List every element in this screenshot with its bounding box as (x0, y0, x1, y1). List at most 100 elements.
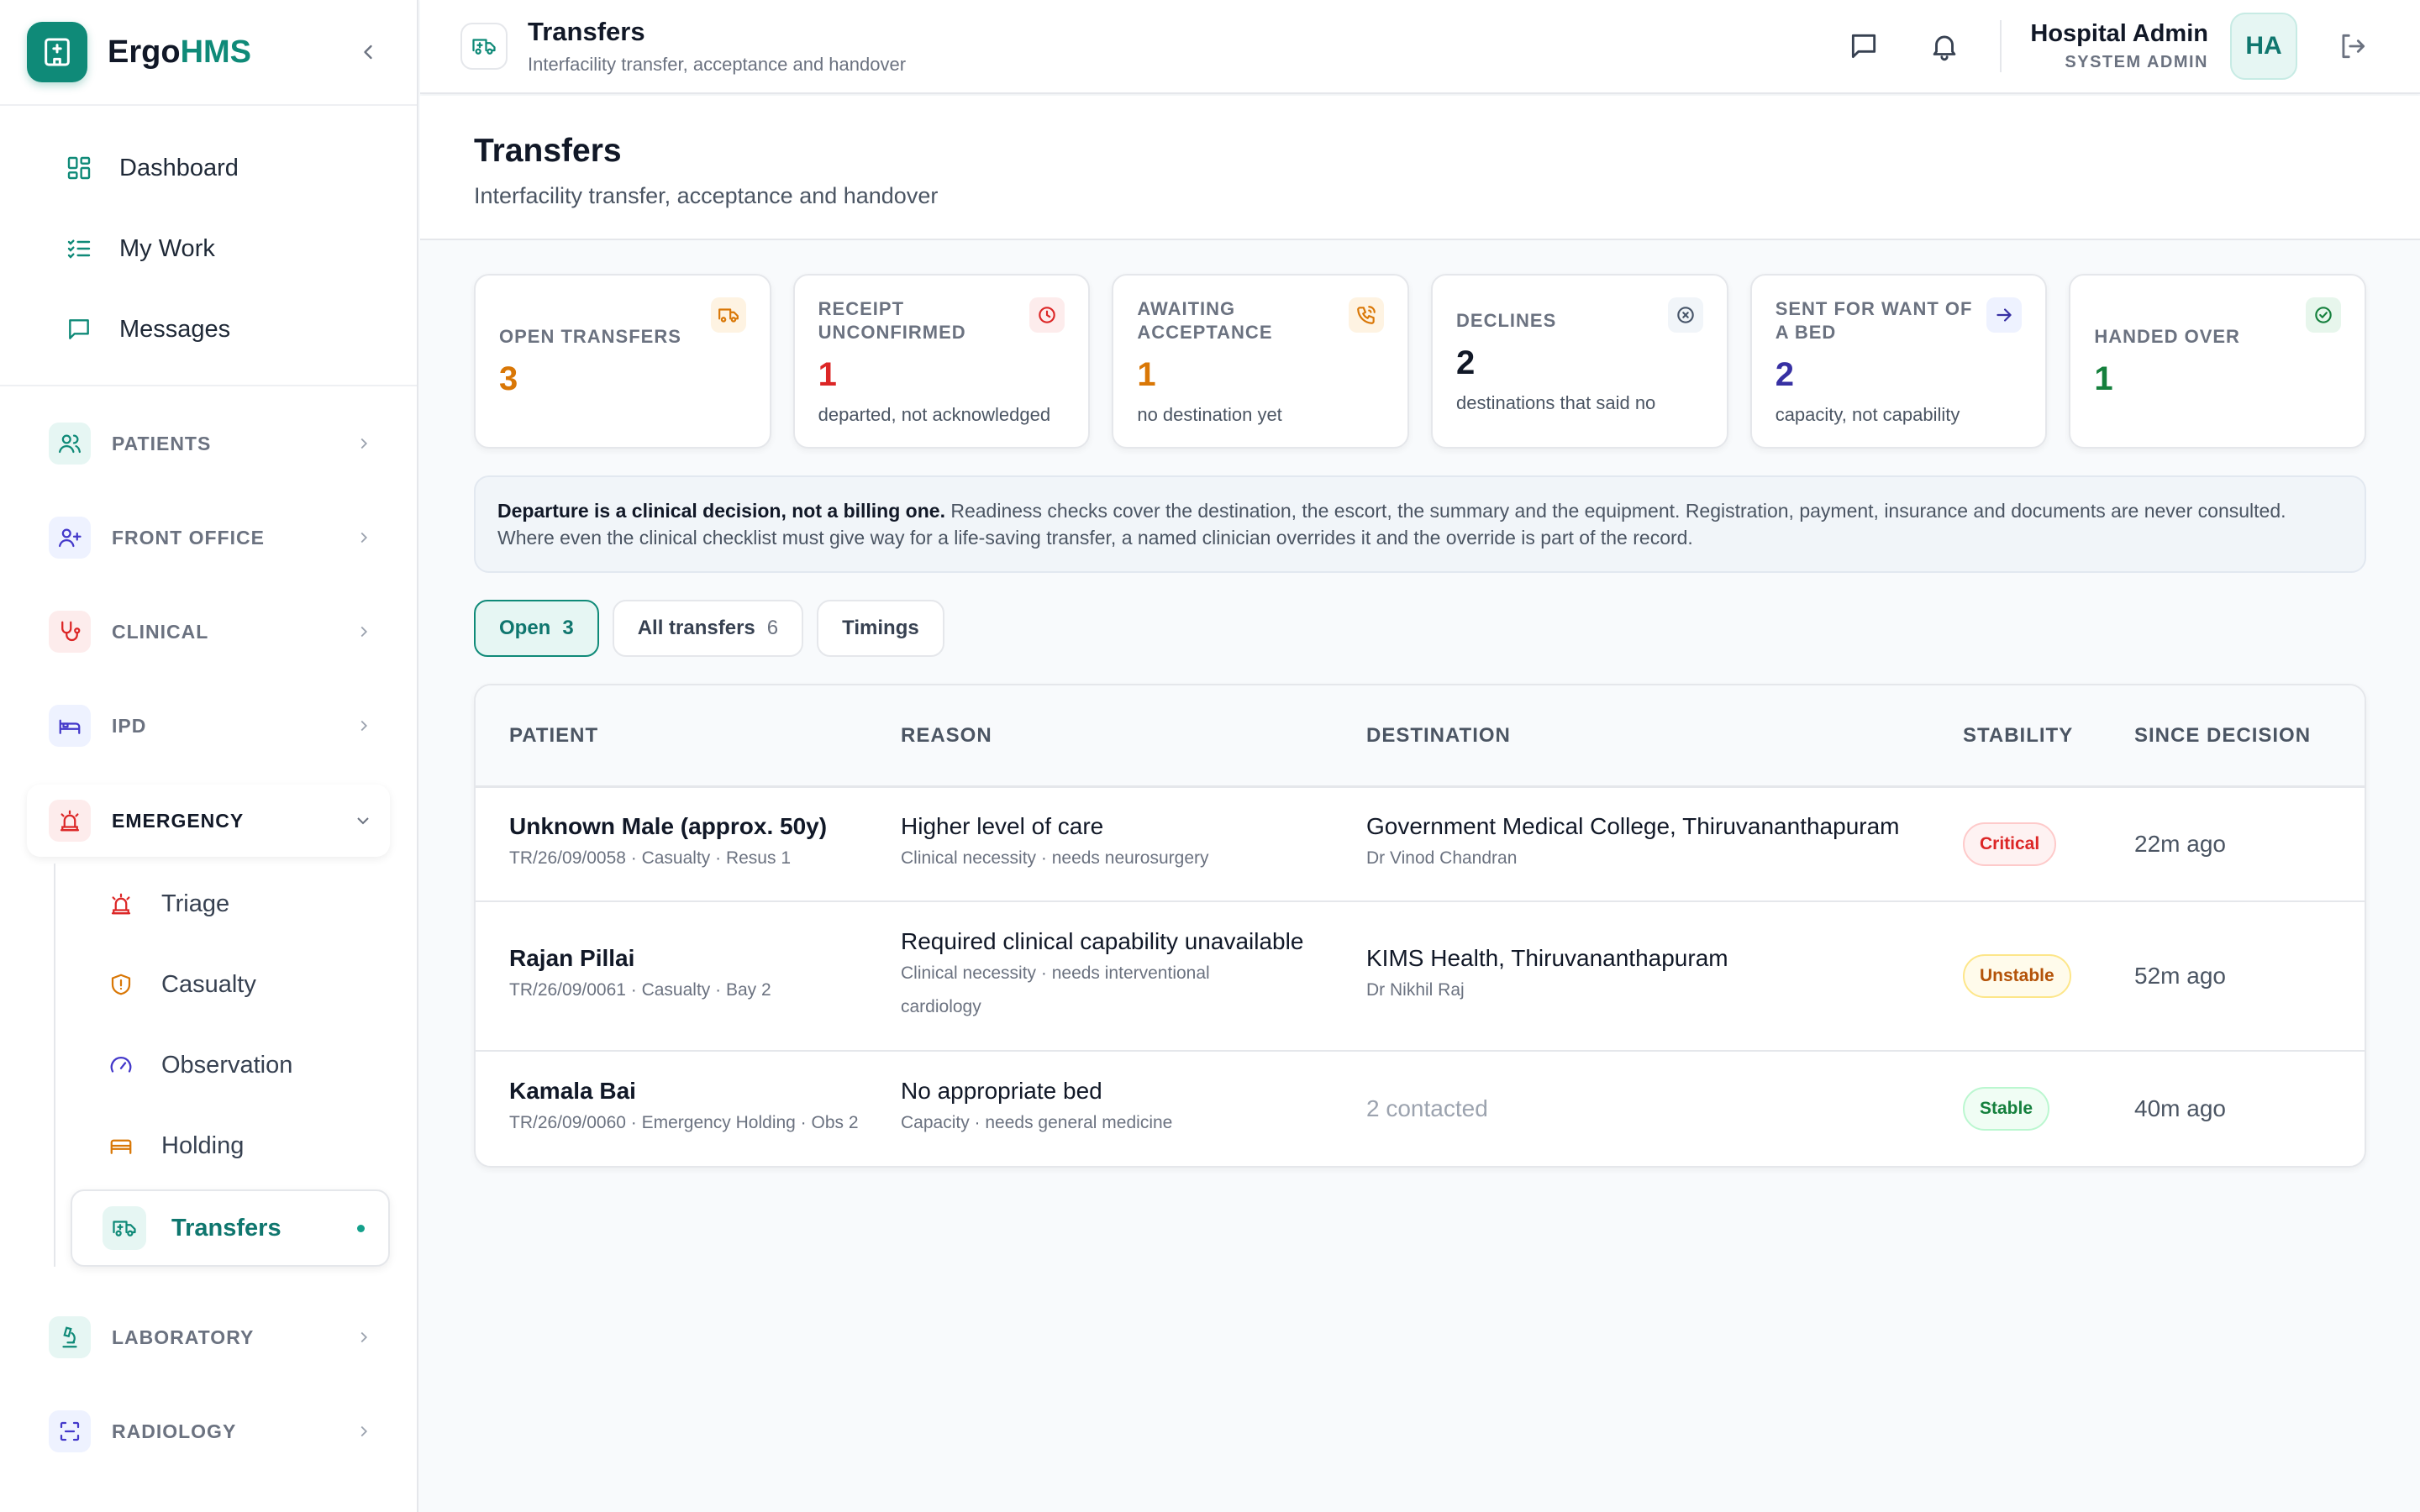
tab-label: Timings (842, 617, 919, 639)
nav-dashboard[interactable]: Dashboard (27, 128, 390, 208)
messages-button[interactable] (1837, 19, 1891, 73)
column-header-destination[interactable]: DESTINATION (1366, 724, 1963, 748)
reason: No appropriate bed (901, 1078, 1102, 1104)
cell-stability: Unstable (1963, 954, 2134, 998)
cell-patient: Unknown Male (approx. 50y) TR/26/09/0058… (476, 813, 901, 875)
stat-awaiting-acceptance[interactable]: AWAITING ACCEPTANCE 1 no destination yet (1112, 274, 1410, 449)
cell-stability: Critical (1963, 822, 2134, 866)
patient-name: Rajan Pillai (509, 945, 635, 971)
nav-section-laboratory[interactable]: LABORATORY (27, 1290, 390, 1384)
column-header-stability[interactable]: STABILITY (1963, 724, 2134, 748)
cell-destination: KIMS Health, Thiruvananthapuram Dr Nikhi… (1366, 945, 1963, 1007)
cell-destination: 2 contacted (1366, 1095, 1963, 1122)
page-subtitle: Interfacility transfer, acceptance and h… (474, 183, 939, 208)
subnav-triage[interactable]: Triage (71, 864, 390, 944)
table-row[interactable]: Rajan Pillai TR/26/09/0061 · Casualty · … (476, 902, 2365, 1052)
stat-note: no destination yet (1137, 403, 1282, 425)
ambulance-icon (710, 297, 746, 333)
brand-prefix: Ergo (108, 34, 181, 70)
gauge-icon (106, 1050, 136, 1080)
hospital-logo-icon[interactable] (27, 22, 87, 82)
tab-timings[interactable]: Timings (817, 600, 944, 657)
logout-button[interactable] (2326, 19, 2380, 73)
topbar-heading: Transfers Interfacility transfer, accept… (528, 17, 906, 76)
reason: Required clinical capability unavailable (901, 928, 1304, 954)
collapse-sidebar-button[interactable] (356, 40, 380, 64)
scan-icon (49, 1410, 91, 1452)
user-name: Hospital Admin (2030, 20, 2208, 47)
reason: Higher level of care (901, 813, 1104, 839)
section-label: RADIOLOGY (112, 1420, 237, 1442)
subnav-casualty[interactable]: Casualty (71, 944, 390, 1025)
section-label: LABORATORY (112, 1326, 255, 1348)
chevron-right-icon (355, 528, 373, 547)
tab-all-transfers[interactable]: All transfers 6 (612, 600, 804, 657)
reason-detail: Capacity · needs general medicine (901, 1113, 1173, 1132)
stat-value: 1 (1137, 355, 1156, 393)
since-decision: 22m ago (2134, 831, 2226, 857)
chevron-right-icon (355, 622, 373, 641)
siren-icon (49, 800, 91, 842)
subnav-holding[interactable]: Holding (71, 1105, 390, 1186)
subnav-label: Observation (161, 1051, 293, 1079)
table-row[interactable]: Unknown Male (approx. 50y) TR/26/09/0058… (476, 788, 2365, 902)
subnav-observation[interactable]: Observation (71, 1025, 390, 1105)
nav-section-patients[interactable]: PATIENTS (27, 396, 390, 491)
tab-count: 3 (562, 617, 574, 639)
stat-label: OPEN TRANSFERS (499, 325, 681, 347)
brand: ErgoHMS (0, 0, 417, 106)
active-indicator (357, 1224, 365, 1232)
logout-icon (2342, 34, 2365, 59)
cell-patient: Kamala Bai TR/26/09/0060 · Emergency Hol… (476, 1078, 901, 1140)
chevron-right-icon (355, 717, 373, 735)
cell-reason: Higher level of care Clinical necessity … (901, 813, 1366, 875)
table-row[interactable]: Kamala Bai TR/26/09/0060 · Emergency Hol… (476, 1052, 2365, 1166)
user-info: Hospital Admin SYSTEM ADMIN (2030, 20, 2208, 72)
stat-open-transfers[interactable]: OPEN TRANSFERS 3 (474, 274, 771, 449)
nav-section-clinical[interactable]: CLINICAL (27, 585, 390, 679)
column-header-reason[interactable]: REASON (901, 724, 1366, 748)
brand-name: ErgoHMS (108, 34, 251, 71)
column-header-patient[interactable]: PATIENT (476, 724, 901, 748)
patient-ref: TR/26/09/0058 · Casualty · Resus 1 (509, 848, 791, 868)
primary-nav: Dashboard My Work Messages (0, 106, 417, 386)
table-header: PATIENT REASON DESTINATION STABILITY SIN… (476, 685, 2365, 788)
stat-handed-over[interactable]: HANDED OVER 1 (2069, 274, 2367, 449)
phone-icon (1349, 297, 1385, 333)
nav-section-ipd[interactable]: IPD (27, 679, 390, 773)
stat-note: departed, not acknowledged (818, 403, 1051, 425)
nav-section-emergency[interactable]: EMERGENCY (27, 785, 390, 857)
stat-cards: OPEN TRANSFERS 3 RECEIPT UNCONFIRMED 1 d… (474, 274, 2367, 449)
nav-label: Dashboard (119, 154, 239, 181)
stability-badge: Unstable (1963, 954, 2071, 998)
x-circle-icon (1667, 297, 1703, 333)
stat-declines[interactable]: DECLINES 2 destinations that said no (1431, 274, 1728, 449)
bed-icon (49, 705, 91, 747)
destination-clinician: Dr Nikhil Raj (1366, 980, 1465, 1000)
message-icon (1852, 34, 1876, 59)
nav-section-radiology[interactable]: RADIOLOGY (27, 1384, 390, 1478)
reason-detail: Clinical necessity · needs interventiona… (901, 963, 1210, 1016)
avatar[interactable]: HA (2230, 13, 2297, 80)
stat-receipt-unconfirmed[interactable]: RECEIPT UNCONFIRMED 1 departed, not ackn… (792, 274, 1091, 449)
tab-open[interactable]: Open 3 (474, 600, 599, 657)
nav-messages[interactable]: Messages (27, 289, 390, 370)
patient-ref: TR/26/09/0060 · Emergency Holding · Obs … (509, 1113, 859, 1132)
arrow-right-icon (1986, 297, 2023, 333)
bed-icon (106, 1131, 136, 1161)
checklist-icon (62, 232, 96, 265)
stat-label: RECEIPT UNCONFIRMED (818, 297, 966, 343)
since-decision: 40m ago (2134, 1095, 2226, 1121)
transfers-table: PATIENT REASON DESTINATION STABILITY SIN… (474, 684, 2366, 1168)
subnav-transfers[interactable]: Transfers (71, 1189, 390, 1267)
siren-icon (106, 889, 136, 919)
stethoscope-icon (49, 611, 91, 653)
notifications-button[interactable] (1918, 19, 1971, 73)
patient-name: Unknown Male (approx. 50y) (509, 813, 828, 839)
nav-my-work[interactable]: My Work (27, 208, 390, 289)
stat-sent-for-want-of-bed[interactable]: SENT FOR WANT OF A BED 2 capacity, not c… (1749, 274, 2048, 449)
column-header-since-decision[interactable]: SINCE DECISION (2134, 722, 2319, 749)
nav-section-front-office[interactable]: FRONT OFFICE (27, 491, 390, 585)
tab-count: 6 (766, 617, 779, 639)
chevron-right-icon (355, 434, 373, 453)
